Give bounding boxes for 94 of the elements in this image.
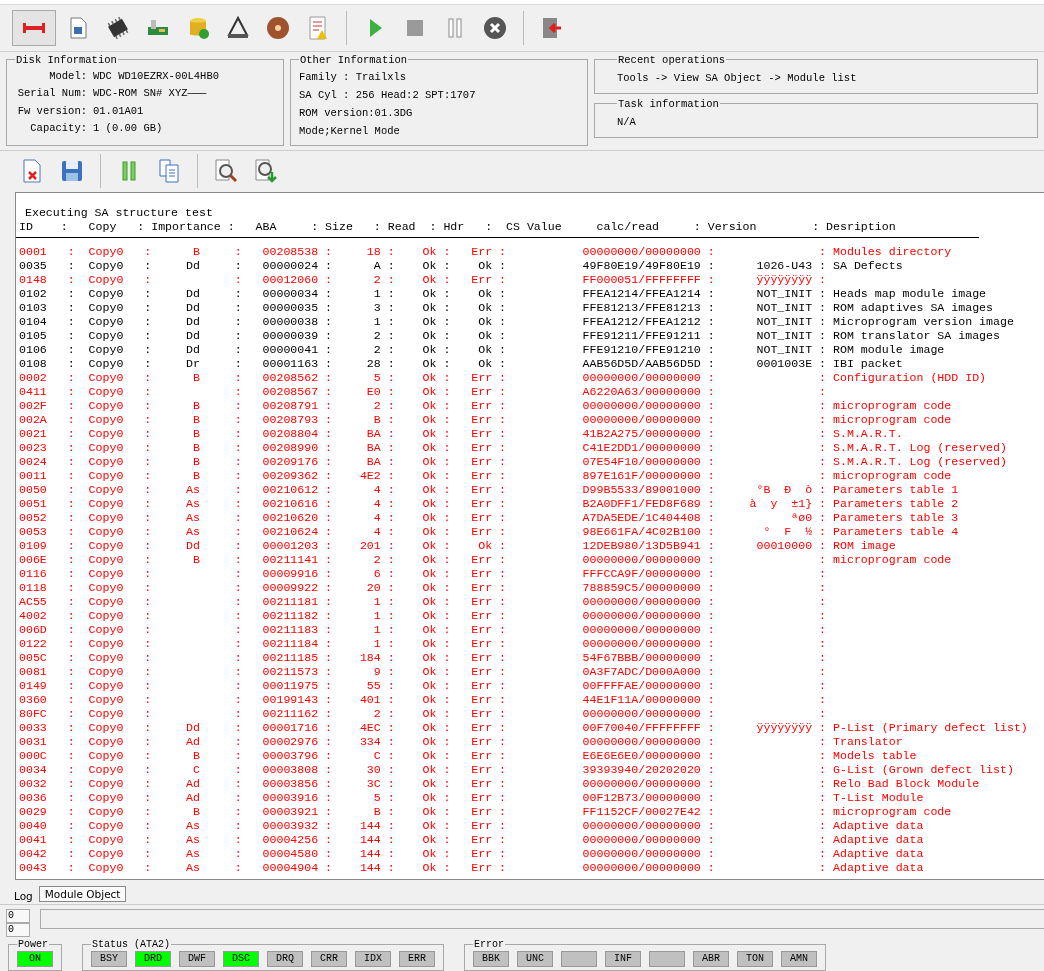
log-header: ID : Copy : Importance : ABA : Size : Read : Hdr : CS Value calc/read : Version : Desription <box>16 220 979 239</box>
magnifier-icon <box>213 158 239 185</box>
status-indicator: CRR <box>311 951 347 967</box>
status-indicator: UNC <box>517 951 553 967</box>
log-line: 0118 : Copy0 : : 00009922 : 20 : Ok : Err : 788859C5/00000000 : : <box>18 581 827 596</box>
info-line: ROM version:01.3DG <box>299 105 414 121</box>
log-line: 0002 : Copy0 : B : 00208562 : 5 : Ok : Err : 00000000/00000000 : : Configuration (HDD ID) <box>18 371 987 386</box>
log-line: 0052 : Copy0 : As : 00210620 : 4 : Ok : Err : A7DA5EDE/1C404408 : ªø0 : Parameters table 3 <box>18 511 959 526</box>
log-line: 0148 : Copy0 : : 00012060 : 2 : Ok : Err : FF000051/FFFFFFFF : ÿÿÿÿÿÿÿÿ : <box>18 273 827 288</box>
log-line: 0053 : Copy0 : As : 00210624 : 4 : Ok : Err : 98E661FA/4C02B100 : ° F ½ : Parameters table 4 <box>18 525 959 540</box>
counter-field: 0 <box>6 923 30 937</box>
status-indicator: BBK <box>473 951 509 967</box>
log-line: AC55 : Copy0 : : 00211181 : 1 : Ok : Err : 00000000/00000000 : : <box>18 595 827 610</box>
log-line: 0029 : Copy0 : B : 00003921 : B : Ok : Err : FF1152CF/00027E42 : : microprogram code <box>18 805 952 820</box>
panel-title: Other Information <box>299 53 409 66</box>
log-line: 0106 : Copy0 : Dd : 00000041 : 2 : Ok : Ok : FFE91210/FFE91210 : NOT_INIT : ROM module image <box>18 343 945 358</box>
panel-title: Recent operations <box>617 53 727 66</box>
field-label: Capacity: <box>29 121 87 137</box>
log-line: 002F : Copy0 : B : 00208791 : 2 : Ok : Err : 00000000/00000000 : : microprogram code <box>18 399 952 414</box>
log-line: 0149 : Copy0 : : 00011975 : 55 : Ok : Err : 00FFFFAE/00000000 : : <box>18 679 827 694</box>
status-indicator: DRQ <box>267 951 303 967</box>
log-line: 0041 : Copy0 : As : 00004256 : 144 : Ok : Err : 00000000/00000000 : : Adaptive data <box>18 833 924 848</box>
log-line: 0001 : Copy0 : B : 00208538 : 18 : Ok : Err : 00000000/00000000 : : Modules directory <box>18 245 952 260</box>
field-value: 01.01A01 <box>93 103 144 119</box>
group-title: Status (ATA2) <box>91 939 171 950</box>
tab[interactable]: Module Object <box>38 886 127 902</box>
group-title: Power <box>17 939 49 950</box>
log-line: 0105 : Copy0 : Dd : 00000039 : 2 : Ok : Ok : FFE91211/FFE91211 : NOT_INIT : ROM translator SA images <box>18 329 1000 344</box>
disc-icon <box>265 14 291 41</box>
status-indicator: DSC <box>223 951 259 967</box>
connector-button[interactable] <box>12 9 56 46</box>
log-line: 005C : Copy0 : : 00211185 : 184 : Ok : Err : 54F67BBB/00000000 : : <box>18 651 827 666</box>
status-indicator: ON <box>17 951 53 967</box>
field-label: Fw version: <box>16 103 87 119</box>
log-line: 0023 : Copy0 : B : 00208990 : BA : Ok : Err : C41E2DD1/00000000 : : S.M.A.R.T. Log (reserved) <box>18 441 1007 456</box>
log-title: Executing SA structure test <box>24 206 214 221</box>
field-label: Model: <box>48 68 87 84</box>
info-line: Family : Trailxls <box>299 69 408 85</box>
log-line: 0011 : Copy0 : B : 00209362 : 4E2 : Ok : Err : 897E161F/00000000 : : microprogram code <box>18 469 952 484</box>
status-indicator: ABR <box>693 951 729 967</box>
info-line: SA Cyl : 256 Head:2 SPT:1707 <box>299 87 477 103</box>
magnifier-arrow-icon <box>253 158 279 185</box>
log-line: 0033 : Copy0 : Dd : 00001716 : 4EC : Ok : Err : 00F70040/FFFFFFFF : ÿÿÿÿÿÿÿÿ : P-List (Primary defect list) <box>18 721 1028 736</box>
log-line: 0043 : Copy0 : As : 00004904 : 144 : Ok : Err : 00000000/00000000 : : Adaptive data <box>18 861 924 876</box>
status-indicator: BSY <box>91 951 127 967</box>
status-indicator: DRD <box>135 951 171 967</box>
log-line: 0360 : Copy0 : : 00199143 : 401 : Ok : Err : 44E1F11A/00000000 : : <box>18 693 827 708</box>
log-line: 0104 : Copy0 : Dd : 00000038 : 1 : Ok : Ok : FFEA1212/FFEA1212 : NOT_INIT : Microprogram version image <box>18 315 1014 330</box>
log-line: 000C : Copy0 : B : 00003796 : C : Ok : Err : E6E6E6E0/00000000 : : Models table <box>18 749 917 764</box>
log-line: 0109 : Copy0 : Dd : 00001203 : 201 : Ok : Ok : 12DEB980/13D5B941 : 00010000 : ROM image <box>18 539 896 554</box>
log-line: 0024 : Copy0 : B : 00209176 : BA : Ok : Err : 07E54F10/00000000 : : S.M.A.R.T. Log (reserved) <box>18 455 1007 470</box>
log-line: 0032 : Copy0 : Ad : 00003856 : 3C : Ok : Err : 00000000/00000000 : : Relo Bad Block Module <box>18 777 980 792</box>
field-label: Serial Num: <box>16 86 87 102</box>
field-value: WDC-ROM SN# XYZ——— <box>93 86 207 102</box>
log-line: 0103 : Copy0 : Dd : 00000035 : 3 : Ok : Ok : FFE81213/FFE81213 : NOT_INIT : ROM adaptives SA images <box>18 301 994 316</box>
panel-title: Task information <box>617 97 720 110</box>
log-line: 0042 : Copy0 : As : 00004580 : 144 : Ok : Err : 00000000/00000000 : : Adaptive data <box>18 847 924 862</box>
field-value: WDC WD10EZRX-00L4HB0 <box>93 68 220 84</box>
log-line: 0034 : Copy0 : C : 00003808 : 30 : Ok : Err : 39393940/20202020 : : G-List (Grown defect list) <box>18 763 1014 778</box>
log-line: 0116 : Copy0 : : 00009916 : 6 : Ok : Err : FFFCCA9F/00000000 : : <box>18 567 827 582</box>
status-indicator: AMN <box>781 951 817 967</box>
triangle-tool-icon <box>225 14 251 41</box>
log-line: 0036 : Copy0 : Ad : 00003916 : 5 : Ok : Err : 00F12B73/00000000 : : T-List Module <box>18 791 924 806</box>
log-line: 80FC : Copy0 : : 00211162 : 2 : Ok : Err : 00000000/00000000 : : <box>18 707 827 722</box>
counter-field: 0 <box>6 909 30 923</box>
status-indicator: ERR <box>399 951 435 967</box>
log-line: 0050 : Copy0 : As : 00210612 : 4 : Ok : Err : D99B5533/89001000 : °B Ð ò : Parameters table 1 <box>18 483 959 498</box>
log-line: 0031 : Copy0 : Ad : 00002976 : 334 : Ok : Err : 00000000/00000000 : : Translator <box>18 735 903 750</box>
close-icon <box>482 14 508 41</box>
task-status-text: N/A <box>617 114 637 130</box>
field-value: 1 (0.00 GB) <box>93 121 163 137</box>
recent-operation-text: Tools -> View SA Object -> Module list <box>617 70 858 86</box>
status-indicator: IDX <box>355 951 391 967</box>
log-line: 4002 : Copy0 : : 00211182 : 1 : Ok : Err : 00000000/00000000 : : <box>18 609 827 624</box>
chip-icon <box>105 14 131 41</box>
log-line: 002A : Copy0 : B : 00208793 : B : Ok : Err : 00000000/00000000 : : microprogram code <box>18 413 952 428</box>
log-line: 0040 : Copy0 : As : 00003932 : 144 : Ok : Err : 00000000/00000000 : : Adaptive data <box>18 819 924 834</box>
log-line: 0021 : Copy0 : B : 00208804 : BA : Ok : Err : 41B2A275/00000000 : : S.M.A.R.T. <box>18 427 903 442</box>
group-title: Error <box>473 939 505 950</box>
log-line: 0051 : Copy0 : As : 00210616 : 4 : Ok : Err : B2A0DFF1/FED8F689 : à y ±1} : Parameters table 2 <box>18 497 959 512</box>
status-indicator: TON <box>737 951 773 967</box>
log-line: 0108 : Copy0 : Dr : 00001163 : 28 : Ok : Ok : AAB56D5D/AAB56D5D : 0001003E : IBI packet <box>18 357 903 372</box>
log-line: 006E : Copy0 : B : 00211141 : 2 : Ok : Err : 00000000/00000000 : : microprogram code <box>18 553 952 568</box>
info-line: Mode;Kernel Mode <box>299 123 401 139</box>
panel-title: Disk Information <box>15 53 118 66</box>
log-line: 0035 : Copy0 : Dd : 00000024 : A : Ok : Ok : 49F80E19/49F80E19 : 1026-U43 : SA Defects <box>18 259 903 274</box>
log-line: 0081 : Copy0 : : 00211573 : 9 : Ok : Err : 0A3F7ADC/D000A000 : : <box>18 665 827 680</box>
status-indicator: INF <box>605 951 641 967</box>
copy-icon <box>156 158 182 185</box>
log-line: 0122 : Copy0 : : 00211184 : 1 : Ok : Err : 00000000/00000000 : : <box>18 637 827 652</box>
log-line: 0102 : Copy0 : Dd : 00000034 : 1 : Ok : Ok : FFEA1214/FFEA1214 : NOT_INIT : Heads map module image <box>18 287 987 302</box>
status-indicator: DWF <box>179 951 215 967</box>
log-line: 006D : Copy0 : : 00211183 : 1 : Ok : Err : 00000000/00000000 : : <box>18 623 827 638</box>
log-line: 0411 : Copy0 : : 00208567 : E0 : Ok : Err : A6220A63/00000000 : : <box>18 385 827 400</box>
